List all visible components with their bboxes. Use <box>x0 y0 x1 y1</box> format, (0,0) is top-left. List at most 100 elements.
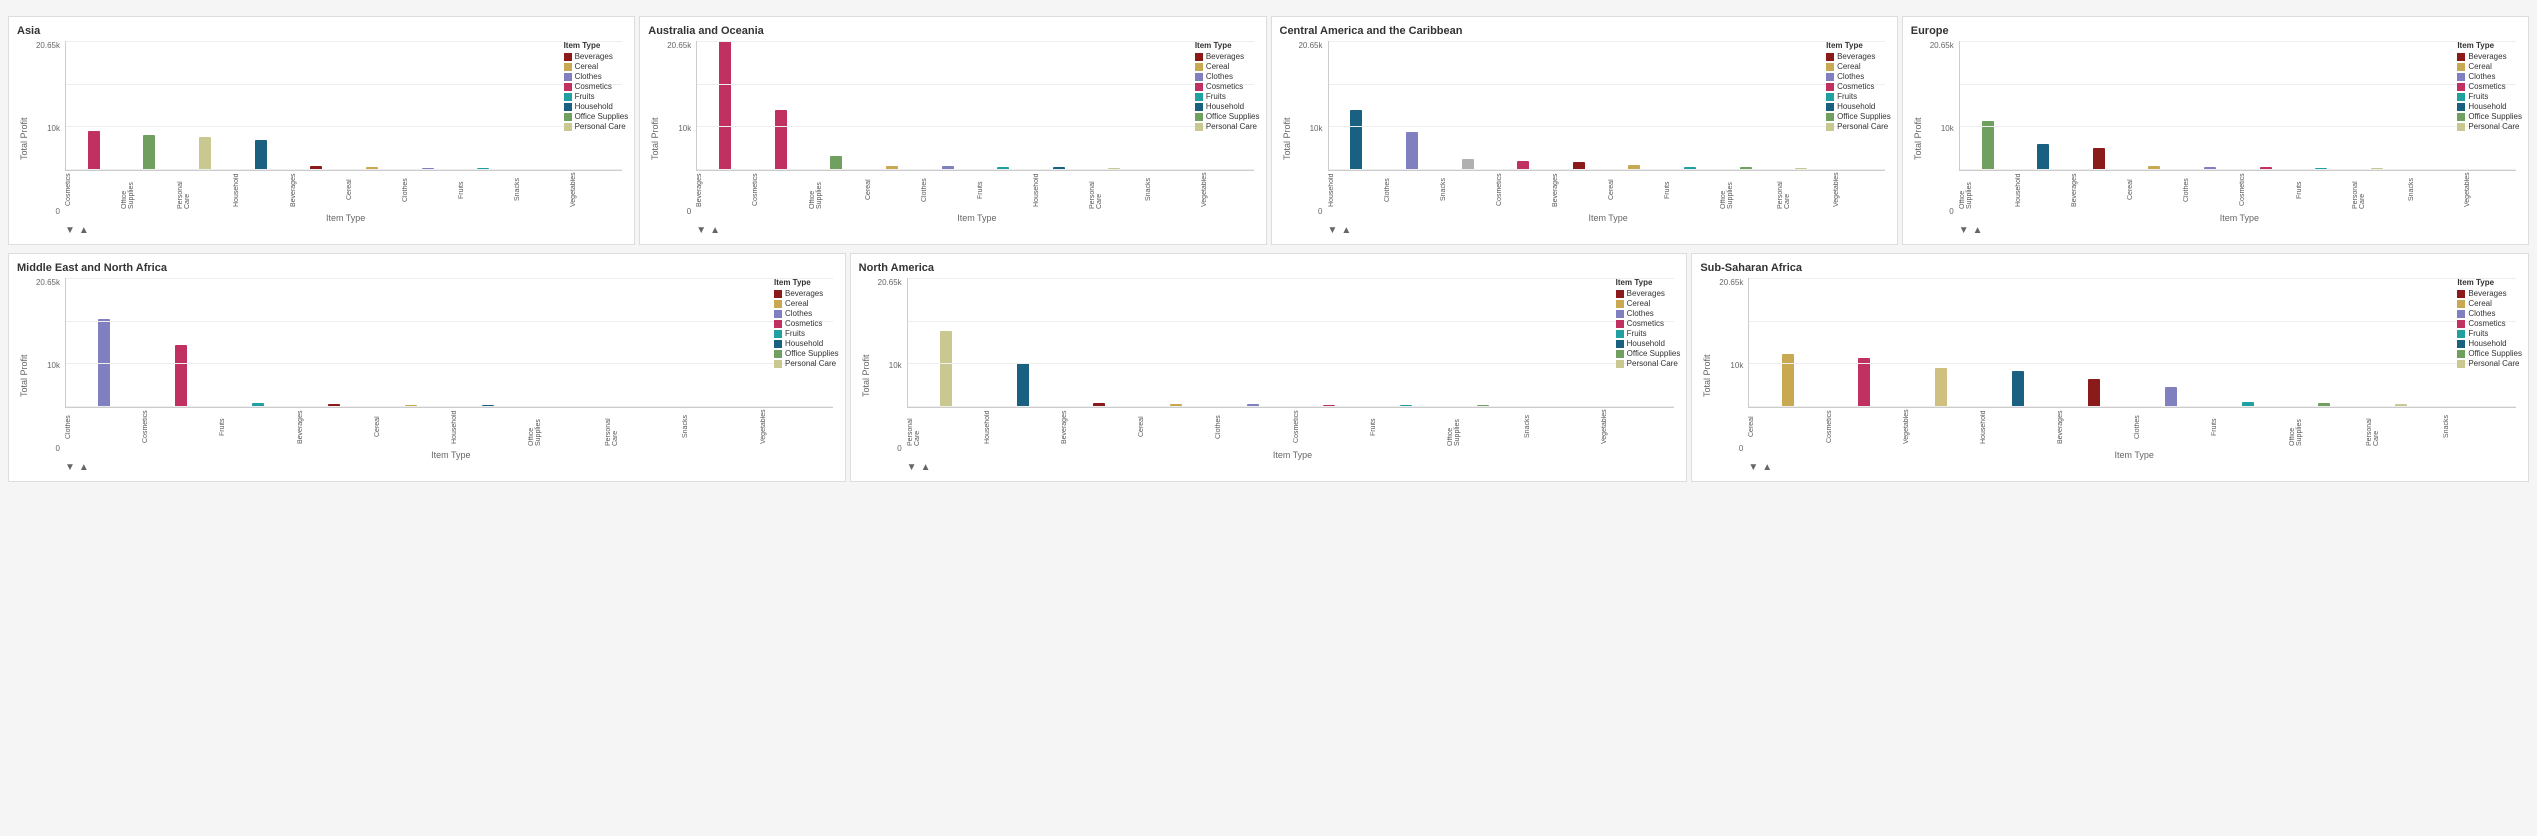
x-label-snacks: Snacks <box>514 171 570 211</box>
legend-color-household <box>774 340 782 348</box>
bottom-charts-grid: Middle East and North AfricaTotal Profit… <box>8 253 2529 482</box>
x-axis-title: Item Type <box>65 450 837 460</box>
legend-item-cereal: Cereal <box>2457 299 2522 308</box>
y-axis-label: Total Profit <box>1911 41 1925 236</box>
bar-clothes <box>942 166 954 170</box>
x-label-cosmetics: Cosmetics <box>1293 408 1370 448</box>
legend-label-household: Household <box>2468 339 2506 348</box>
sort-up-button[interactable]: ▲ <box>1341 225 1351 236</box>
bar-group-fruits <box>455 41 511 170</box>
legend-item-personal-care: Personal Care <box>774 359 839 368</box>
legend-color-cosmetics <box>1826 83 1834 91</box>
sort-controls: ▼▲ <box>65 225 626 236</box>
x-label-household: Household <box>451 408 528 448</box>
legend-item-fruits: Fruits <box>2457 92 2522 101</box>
sort-up-button[interactable]: ▲ <box>79 462 89 473</box>
legend-color-clothes <box>2457 73 2465 81</box>
x-label-household: Household <box>233 171 289 211</box>
legend-title: Item Type <box>1616 278 1681 287</box>
bar-group-office-supplies <box>1960 41 2016 170</box>
legend-color-office-supplies <box>564 113 572 121</box>
legend-color-beverages <box>2457 290 2465 298</box>
sort-up-button[interactable]: ▲ <box>79 225 89 236</box>
bar-fruits <box>252 403 264 407</box>
bar-group-personal-care <box>603 278 680 407</box>
legend-label-office-supplies: Office Supplies <box>1206 112 1260 121</box>
y-axis-label: Total Profit <box>17 41 31 236</box>
bar-personal-care <box>635 406 647 407</box>
x-label-vegetables: Vegetables <box>1601 408 1678 448</box>
chart-title-middle-east: Middle East and North Africa <box>17 262 837 274</box>
legend: Item TypeBeveragesCerealClothesCosmetics… <box>774 278 839 369</box>
x-label-cosmetics: Cosmetics <box>2239 171 2295 211</box>
x-axis-title: Item Type <box>1328 213 1889 223</box>
bar-group-beverages <box>2071 41 2127 170</box>
x-label-household: Household <box>1980 408 2057 448</box>
legend-color-personal-care <box>2457 360 2465 368</box>
bar-group-cereal <box>1138 278 1215 407</box>
x-label-office-supplies: Office Supplies <box>121 171 177 211</box>
bars-container <box>1748 278 2516 408</box>
legend-color-household <box>2457 340 2465 348</box>
sort-down-button[interactable]: ▼ <box>696 225 706 236</box>
legend-color-beverages <box>1616 290 1624 298</box>
legend-item-cosmetics: Cosmetics <box>1616 319 1681 328</box>
bar-group-personal-care <box>2349 41 2405 170</box>
bar-vegetables <box>2482 169 2494 170</box>
x-label-office-supplies: Office Supplies <box>1447 408 1524 448</box>
legend-color-clothes <box>1616 310 1624 318</box>
bar-group-cereal <box>864 41 920 170</box>
bar-group-beverages <box>296 278 373 407</box>
legend-item-cosmetics: Cosmetics <box>2457 82 2522 91</box>
legend-label-cosmetics: Cosmetics <box>2468 319 2505 328</box>
x-label-household: Household <box>2015 171 2071 211</box>
legend-color-office-supplies <box>774 350 782 358</box>
bar-group-cosmetics <box>2238 41 2294 170</box>
legend-item-office-supplies: Office Supplies <box>1616 349 1681 358</box>
bar-cereal <box>1628 165 1640 170</box>
legend-label-cosmetics: Cosmetics <box>1627 319 1664 328</box>
x-label-snacks: Snacks <box>682 408 759 448</box>
bar-beverages <box>1093 403 1105 407</box>
bar-group-fruits <box>2209 278 2286 407</box>
legend-color-office-supplies <box>1616 350 1624 358</box>
sort-up-button[interactable]: ▲ <box>921 462 931 473</box>
x-label-clothes: Clothes <box>1384 171 1440 211</box>
legend-label-clothes: Clothes <box>1837 72 1864 81</box>
bar-group-cosmetics <box>1826 278 1903 407</box>
legend-label-clothes: Clothes <box>1206 72 1233 81</box>
bar-group-cosmetics <box>1495 41 1551 170</box>
x-axis-labels: Personal CareHouseholdBeveragesCerealClo… <box>907 408 1679 448</box>
bar-office-supplies <box>143 135 155 170</box>
sort-down-button[interactable]: ▼ <box>65 225 75 236</box>
legend-color-household <box>1195 103 1203 111</box>
legend-color-cereal <box>774 300 782 308</box>
legend-label-personal-care: Personal Care <box>785 359 836 368</box>
x-label-fruits: Fruits <box>1370 408 1447 448</box>
sort-up-button[interactable]: ▲ <box>710 225 720 236</box>
legend-label-cereal: Cereal <box>2468 62 2492 71</box>
legend-color-fruits <box>1195 93 1203 101</box>
legend-label-office-supplies: Office Supplies <box>785 349 839 358</box>
bar-group-personal-care <box>1774 41 1830 170</box>
sort-down-button[interactable]: ▼ <box>907 462 917 473</box>
legend-label-household: Household <box>1206 102 1244 111</box>
legend-item-cereal: Cereal <box>1616 299 1681 308</box>
sort-up-button[interactable]: ▲ <box>1762 462 1772 473</box>
x-label-cereal: Cereal <box>374 408 451 448</box>
legend-color-clothes <box>1195 73 1203 81</box>
legend-label-fruits: Fruits <box>575 92 595 101</box>
sort-down-button[interactable]: ▼ <box>1959 225 1969 236</box>
legend-label-beverages: Beverages <box>1627 289 1665 298</box>
sort-up-button[interactable]: ▲ <box>1973 225 1983 236</box>
bar-group-snacks <box>511 41 567 170</box>
sort-down-button[interactable]: ▼ <box>1748 462 1758 473</box>
legend-color-beverages <box>774 290 782 298</box>
sort-down-button[interactable]: ▼ <box>65 462 75 473</box>
bar-group-office-supplies <box>2286 278 2363 407</box>
bar-group-cosmetics <box>753 41 809 170</box>
sort-down-button[interactable]: ▼ <box>1328 225 1338 236</box>
legend-label-cosmetics: Cosmetics <box>1837 82 1874 91</box>
bar-household <box>1017 363 1029 407</box>
y-axis-ticks: 20.65k10k0 <box>662 41 694 216</box>
